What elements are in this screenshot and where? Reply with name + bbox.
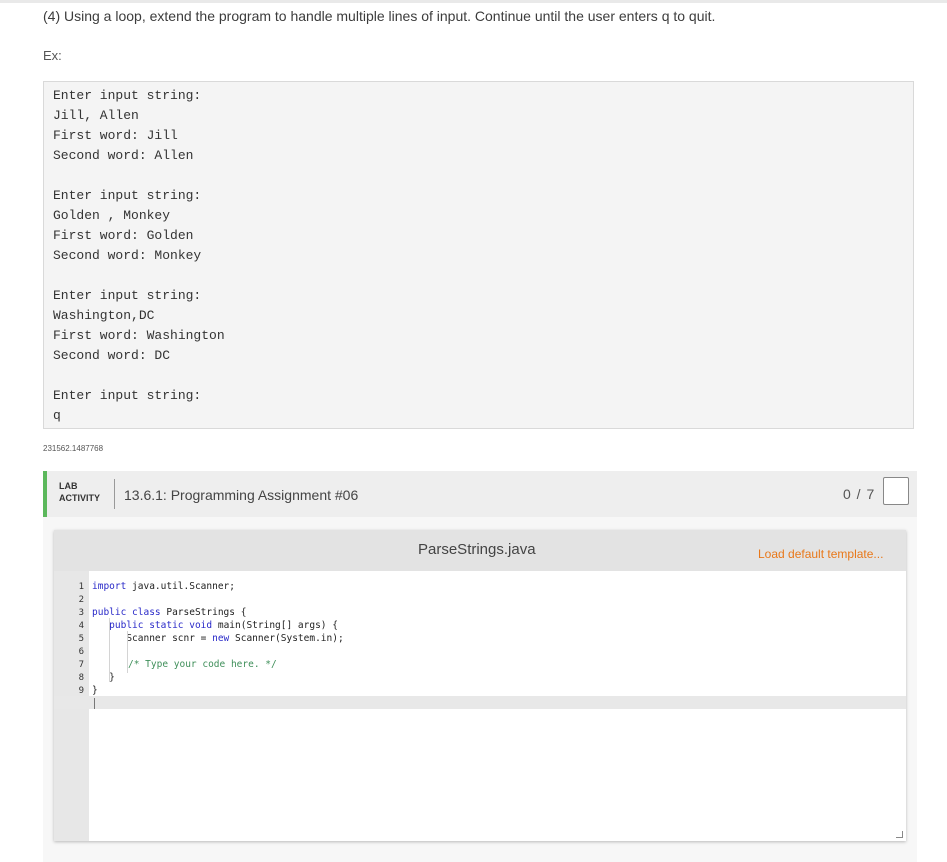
example-line: Second word: Allen [53,148,194,163]
lab-activity-badge: LAB ACTIVITY [59,480,100,504]
line-number: 1 [78,582,84,592]
code-keyword: new [212,633,230,644]
example-line: Golden , Monkey [53,208,171,223]
instruction-text: (4) Using a loop, extend the program to … [43,8,716,24]
example-line: Second word: DC [53,348,171,363]
example-line: First word: Golden [53,228,194,243]
code-keyword: public static void [109,620,213,631]
code-line: } [92,672,115,683]
line-number: 2 [78,595,84,605]
code-text: Scanner(System.in); [229,633,344,644]
top-border [0,0,947,3]
editor-filename: ParseStrings.java [418,541,536,558]
load-default-template-link[interactable]: Load default template... [758,547,883,561]
example-line: First word: Washington [53,328,225,343]
header-divider [114,479,115,509]
score-text: 0 / 7 [843,486,876,502]
indent-guide [127,631,128,673]
code-text: main(String[] args) { [212,620,338,631]
example-line: q [53,408,61,423]
line-number: 4 [78,621,84,631]
example-line: Second word: Monkey [53,248,202,263]
code-editor-panel: ParseStrings.java Load default template.… [54,530,906,841]
line-number: 6 [78,647,84,657]
code-keyword: import [92,581,127,592]
code-text: ParseStrings { [160,607,247,618]
lab-badge-line2: ACTIVITY [59,493,101,503]
code-line: public static void main(String[] args) { [92,620,338,631]
code-line: import java.util.Scanner; [92,581,235,592]
lab-badge-line1: LAB [59,481,78,491]
line-number: 5 [78,634,84,644]
indent-guide [109,618,110,682]
example-line: Enter input string: [53,288,202,303]
example-output-box: Enter input string: Jill, Allen First wo… [43,81,914,429]
lab-activity-header: LAB ACTIVITY 13.6.1: Programming Assignm… [43,471,917,517]
code-keyword: public class [92,607,161,618]
line-number: 7 [78,660,84,670]
example-label: Ex: [43,48,62,63]
example-line: Washington,DC [53,308,155,323]
code-text-area[interactable]: import java.util.Scanner; public class P… [89,571,906,841]
line-number: 8 [78,673,84,683]
line-number: 3 [78,608,84,618]
lab-title: 13.6.1: Programming Assignment #06 [124,487,359,503]
code-line: /* Type your code here. */ [128,659,277,670]
code-comment: /* Type your code here. */ [128,659,277,670]
resize-grip-icon[interactable] [896,831,903,838]
example-line: Jill, Allen [53,108,139,123]
editor-titlebar: ParseStrings.java Load default template.… [54,530,906,571]
code-text: java.util.Scanner; [126,581,235,592]
example-line: First word: Jill [53,128,178,143]
text-cursor [94,698,95,709]
line-number: 9 [78,686,84,696]
example-line: Enter input string: [53,188,202,203]
example-line: Enter input string: [53,88,202,103]
code-line: Scanner scnr = new Scanner(System.in); [92,633,344,644]
activity-id: 231562.1487768 [43,444,104,453]
code-text: Scanner scnr = [92,633,213,644]
example-line: Enter input string: [53,388,202,403]
code-line: public class ParseStrings { [92,607,246,618]
code-line: } [92,685,98,696]
score-checkbox-icon [883,477,909,505]
